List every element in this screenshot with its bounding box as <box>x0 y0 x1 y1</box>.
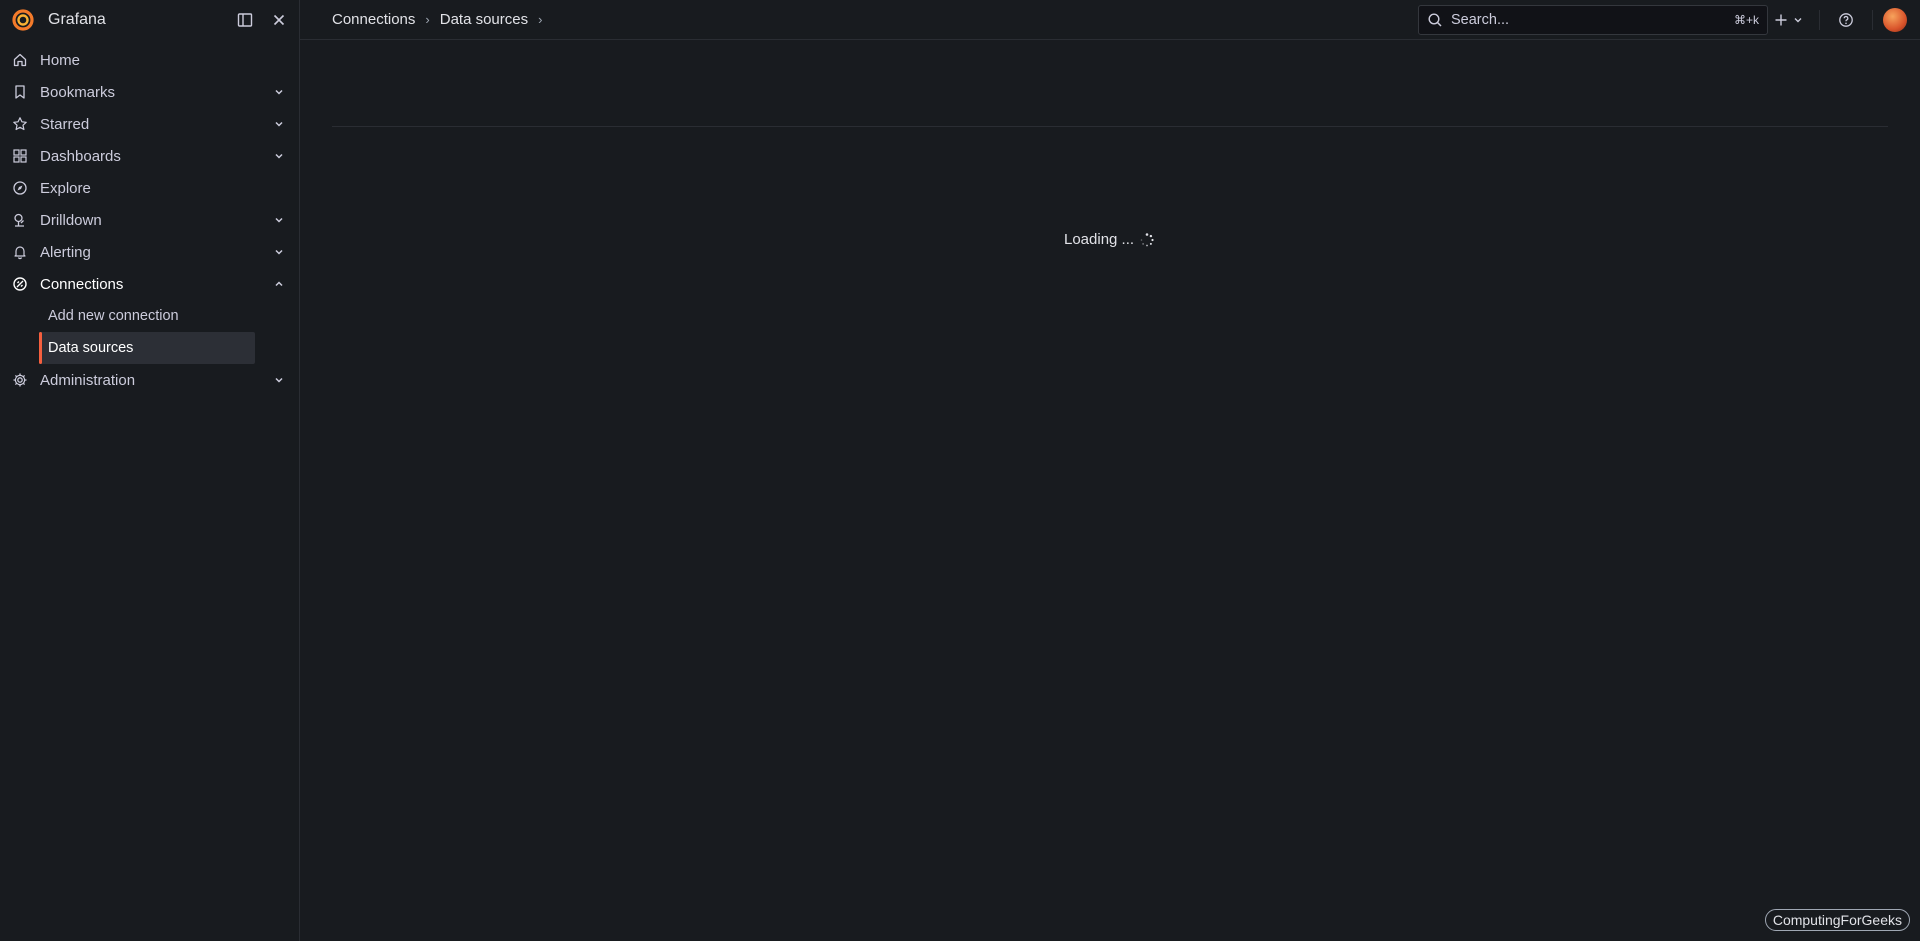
user-avatar[interactable] <box>1883 8 1907 32</box>
chevron-down-icon[interactable] <box>272 213 286 227</box>
grafana-logo-icon[interactable] <box>10 7 36 33</box>
loading-text: Loading ... <box>1064 231 1135 248</box>
sidebar-item-label: Explore <box>40 179 91 197</box>
sidebar-item-label: Drilldown <box>40 211 102 229</box>
apps-icon <box>11 147 29 165</box>
search-shortcut: ⌘+k <box>1733 13 1759 27</box>
topbar-actions <box>1773 0 1920 40</box>
dock-menu-icon[interactable] <box>233 8 257 32</box>
sidebar-item-dashboards[interactable]: Dashboards <box>0 140 299 172</box>
sidebar-item-drilldown[interactable]: Drilldown <box>0 204 299 236</box>
star-icon <box>11 115 29 133</box>
home-icon <box>11 51 29 69</box>
chevron-right-icon: › <box>425 12 430 27</box>
help-icon[interactable] <box>1834 8 1858 32</box>
bookmark-icon <box>11 83 29 101</box>
sidebar-header-actions <box>233 0 291 40</box>
page-header-divider <box>332 126 1888 127</box>
sidebar-item-explore[interactable]: Explore <box>0 172 299 204</box>
sidebar-item-connections[interactable]: Connections <box>0 268 299 300</box>
sidebar-item-label: Alerting <box>40 243 91 261</box>
spinner-icon <box>1139 232 1155 248</box>
cog-icon <box>11 371 29 389</box>
grafana-app: Grafana Home Bookmarks Starred Dashboard… <box>0 0 1920 941</box>
search-input[interactable] <box>1451 12 1734 28</box>
plus-icon <box>1773 12 1789 28</box>
watermark-badge: ComputingForGeeks <box>1764 909 1910 931</box>
chevron-up-icon[interactable] <box>272 277 286 291</box>
chevron-down-icon <box>1793 15 1803 25</box>
close-icon[interactable] <box>267 8 291 32</box>
sidebar-item-label: Home <box>40 51 81 69</box>
sidebar-header: Grafana <box>0 0 299 40</box>
chevron-down-icon[interactable] <box>272 149 286 163</box>
connections-icon <box>11 275 29 293</box>
chevron-down-icon[interactable] <box>272 245 286 259</box>
sidebar-subitem-data-sources[interactable]: Data sources <box>39 332 255 364</box>
sidebar: Grafana Home Bookmarks Starred Dashboard… <box>0 0 300 941</box>
breadcrumb-data-sources[interactable]: Data sources <box>440 11 528 28</box>
sidebar-item-administration[interactable]: Administration <box>0 364 299 396</box>
sidebar-item-label: Dashboards <box>40 147 121 165</box>
sidebar-nav: Home Bookmarks Starred Dashboards Explor… <box>0 40 299 396</box>
chevron-down-icon[interactable] <box>272 117 286 131</box>
breadcrumb: Connections › Data sources › <box>300 11 552 28</box>
chevron-down-icon[interactable] <box>272 373 286 387</box>
sidebar-item-label: Connections <box>40 275 124 293</box>
topbar: Connections › Data sources › ⌘+k <box>300 0 1920 40</box>
compass-icon <box>11 179 29 197</box>
add-new-button[interactable] <box>1773 12 1803 28</box>
loading-indicator: Loading ... <box>1064 231 1155 248</box>
sidebar-item-label: Administration <box>40 371 136 389</box>
chevron-down-icon[interactable] <box>272 85 286 99</box>
main-content: Loading ... <box>300 41 1920 941</box>
topbar-divider <box>1819 10 1820 30</box>
sidebar-item-label: Starred <box>40 115 90 133</box>
sidebar-item-starred[interactable]: Starred <box>0 108 299 140</box>
sidebar-item-bookmarks[interactable]: Bookmarks <box>0 76 299 108</box>
drilldown-icon <box>11 211 29 229</box>
sidebar-subitem-label: Data sources <box>48 340 134 356</box>
breadcrumb-connections[interactable]: Connections <box>332 11 415 28</box>
bell-icon <box>11 243 29 261</box>
sidebar-subitem-add-new-connection[interactable]: Add new connection <box>39 300 255 332</box>
app-name: Grafana <box>48 11 106 28</box>
sidebar-item-home[interactable]: Home <box>0 44 299 76</box>
search-bar[interactable]: ⌘+k <box>1418 5 1768 35</box>
sidebar-item-label: Bookmarks <box>40 83 116 101</box>
sidebar-item-alerting[interactable]: Alerting <box>0 236 299 268</box>
chevron-right-icon: › <box>538 12 543 27</box>
sidebar-subitem-label: Add new connection <box>48 308 179 324</box>
search-icon <box>1427 12 1443 28</box>
topbar-divider <box>1872 10 1873 30</box>
